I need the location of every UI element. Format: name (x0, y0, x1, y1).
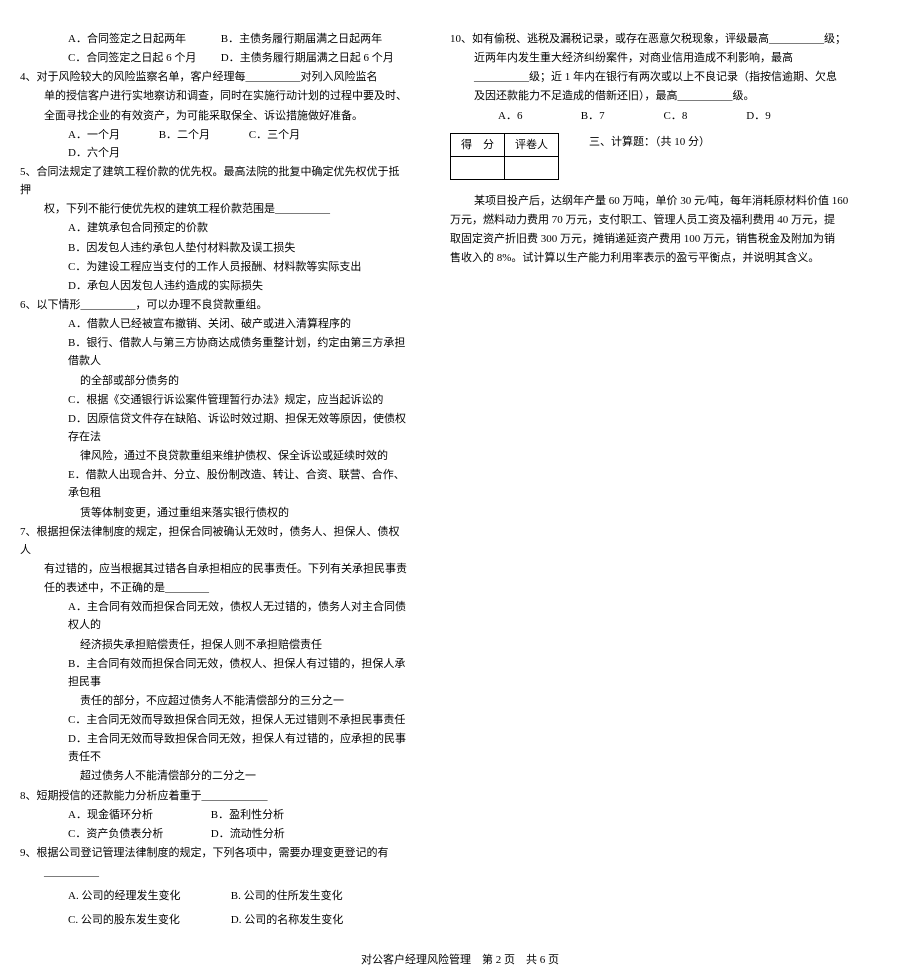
score-cell1 (451, 156, 505, 179)
q10-optB: B．7 (581, 107, 661, 125)
q10-stem1: 10、如有偷税、逃税及漏税记录，或存在恶意欠税现象，评级最高__________… (450, 30, 900, 48)
q3-optC: C．合同签定之日起 6 个月 (68, 49, 218, 67)
section3-body4: 售收入的 8%。试计算以生产能力利用率表示的盈亏平衡点，并说明其含义。 (450, 249, 900, 267)
q9-stem1: 9、根据公司登记管理法律制度的规定，下列各项中，需要办理变更登记的有 (20, 844, 410, 862)
q7-optB1: B．主合同有效而担保合同无效，债权人、担保人有过错的，担保人承担民事 (20, 655, 410, 691)
q4-optB: B．二个月 (159, 126, 210, 144)
page-footer: 对公客户经理风险管理 第 2 页 共 6 页 (20, 951, 900, 969)
q7-stem1: 7、根据担保法律制度的规定，担保合同被确认无效时，债务人、担保人、债权人 (20, 523, 410, 559)
q6-optD1: D．因原信贷文件存在缺陷、诉讼时效过期、担保无效等原因，使债权存在法 (20, 410, 410, 446)
q8-row2: C．资产负债表分析 D．流动性分析 (20, 825, 410, 843)
q10-optC: C．8 (664, 107, 744, 125)
q5-optD: D．承包人因发包人违约造成的实际损失 (20, 277, 410, 295)
section3-body1: 某项目投产后，达纲年产量 60 万吨，单价 30 元/吨，每年消耗原材料价值 1… (450, 192, 900, 210)
q10-options: A．6 B．7 C．8 D．9 (450, 107, 900, 125)
q6-optB1: B．银行、借款人与第三方协商达成债务重整计划，约定由第三方承担借款人 (20, 334, 410, 370)
q7-stem2: 有过错的，应当根据其过错各自承担相应的民事责任。下列有关承担民事责 (20, 560, 410, 578)
q9-optB: B. 公司的住所发生变化 (231, 890, 343, 902)
section3-heading-row: 得 分 评卷人 三、计算题：（共 10 分） (450, 133, 900, 180)
score-h1: 得 分 (451, 133, 505, 156)
q10-stem3: __________级；近 1 年内在银行有两次或以上不良记录（指按信逾期、欠息 (450, 68, 900, 86)
q10-optA: A．6 (498, 107, 578, 125)
q4-optA: A．一个月 (68, 126, 120, 144)
q4-stem2: 单的授信客户进行实地察访和调查，同时在实施行动计划的过程中要及时、 (20, 87, 410, 105)
q8-optA: A．现金循环分析 (68, 806, 208, 824)
q9-optA: A. 公司的经理发生变化 (68, 887, 228, 905)
q6-optB2: 的全部或部分债务的 (20, 372, 410, 390)
q7-optA1: A．主合同有效而担保合同无效，债权人无过错的，债务人对主合同债权人的 (20, 598, 410, 634)
q7-stem3: 任的表述中，不正确的是________ (20, 579, 410, 597)
section3-body2: 万元，燃料动力费用 70 万元，支付职工、管理人员工资及福利费用 40 万元，提 (450, 211, 900, 229)
q10-stem4: 及因还款能力不足造成的借新还旧），最高__________级。 (450, 87, 900, 105)
q7-optC: C．主合同无效而导致担保合同无效，担保人无过错则不承担民事责任 (20, 711, 410, 729)
q3-optD: D．主债务履行期届满之日起 6 个月 (221, 52, 394, 64)
q9-stem2: __________ (20, 863, 410, 881)
q7-optD1: D．主合同无效而导致担保合同无效，担保人有过错的，应承担的民事责任不 (20, 730, 410, 766)
q9-optC: C. 公司的股东发生变化 (68, 911, 228, 929)
score-cell2 (505, 156, 559, 179)
score-h2: 评卷人 (505, 133, 559, 156)
q6-optC: C．根据《交通银行诉讼案件管理暂行办法》规定，应当起诉讼的 (20, 391, 410, 409)
section3-title: 三、计算题：（共 10 分） (589, 133, 710, 151)
q8-optD: D．流动性分析 (211, 828, 285, 840)
q8-optC: C．资产负债表分析 (68, 825, 208, 843)
q5-stem1: 5、合同法规定了建筑工程价款的优先权。最高法院的批复中确定优先权优于抵押 (20, 163, 410, 199)
q8-optB: B．盈利性分析 (211, 809, 284, 821)
q5-optA: A．建筑承包合同预定的价款 (20, 219, 410, 237)
q4-optD: D．六个月 (68, 144, 120, 162)
q3-options-row2: C．合同签定之日起 6 个月 D．主债务履行期届满之日起 6 个月 (20, 49, 410, 67)
q6-optD2: 律风险，通过不良贷款重组来维护债权、保全诉讼或延续时效的 (20, 447, 410, 465)
q6-optE1: E．借款人出现合并、分立、股份制改造、转让、合资、联营、合作、承包租 (20, 466, 410, 502)
q6-optA: A．借款人已经被宣布撤销、关闭、破产或进入清算程序的 (20, 315, 410, 333)
q5-optB: B．因发包人违约承包人垫付材料款及误工损失 (20, 239, 410, 257)
q9-optD: D. 公司的名称发生变化 (231, 914, 343, 926)
section3-body3: 取固定资产折旧费 300 万元，摊销递延资产费用 100 万元，销售税金及附加为… (450, 230, 900, 248)
q6-optE2: 赁等体制变更，通过重组来落实银行债权的 (20, 504, 410, 522)
q8-stem: 8、短期授信的还款能力分析应着重于____________ (20, 787, 410, 805)
q10-optD: D．9 (746, 107, 826, 125)
q7-optB2: 责任的部分，不应超过债务人不能清偿部分的三分之一 (20, 692, 410, 710)
q10-stem2: 近两年内发生重大经济纠纷案件，对商业信用造成不利影响，最高 (450, 49, 900, 67)
q4-optC: C．三个月 (249, 126, 300, 144)
q8-row1: A．现金循环分析 B．盈利性分析 (20, 806, 410, 824)
q9-row2: C. 公司的股东发生变化 D. 公司的名称发生变化 (20, 911, 410, 929)
q4-stem3: 全面寻找企业的有效资产，为可能采取保全、诉讼措施做好准备。 (20, 107, 410, 125)
q3-optB: B．主债务履行期届满之日起两年 (221, 33, 382, 45)
q7-optD2: 超过债务人不能清偿部分的二分之一 (20, 767, 410, 785)
q3-options-row1: A．合同签定之日起两年 B．主债务履行期届满之日起两年 (20, 30, 410, 48)
q9-row1: A. 公司的经理发生变化 B. 公司的住所发生变化 (20, 887, 410, 905)
q5-optC: C．为建设工程应当支付的工作人员报酬、材料款等实际支出 (20, 258, 410, 276)
q4-stem1: 4、对于风险较大的风险监察名单，客户经理每__________对列入风险监名 (20, 68, 410, 86)
q3-optA: A．合同签定之日起两年 (68, 30, 218, 48)
q5-stem2: 权，下列不能行使优先权的建筑工程价款范围是__________ (20, 200, 410, 218)
q4-options: A．一个月 B．二个月 C．三个月 D．六个月 (20, 126, 410, 162)
score-table: 得 分 评卷人 (450, 133, 559, 180)
q6-stem: 6、以下情形__________，可以办理不良贷款重组。 (20, 296, 410, 314)
